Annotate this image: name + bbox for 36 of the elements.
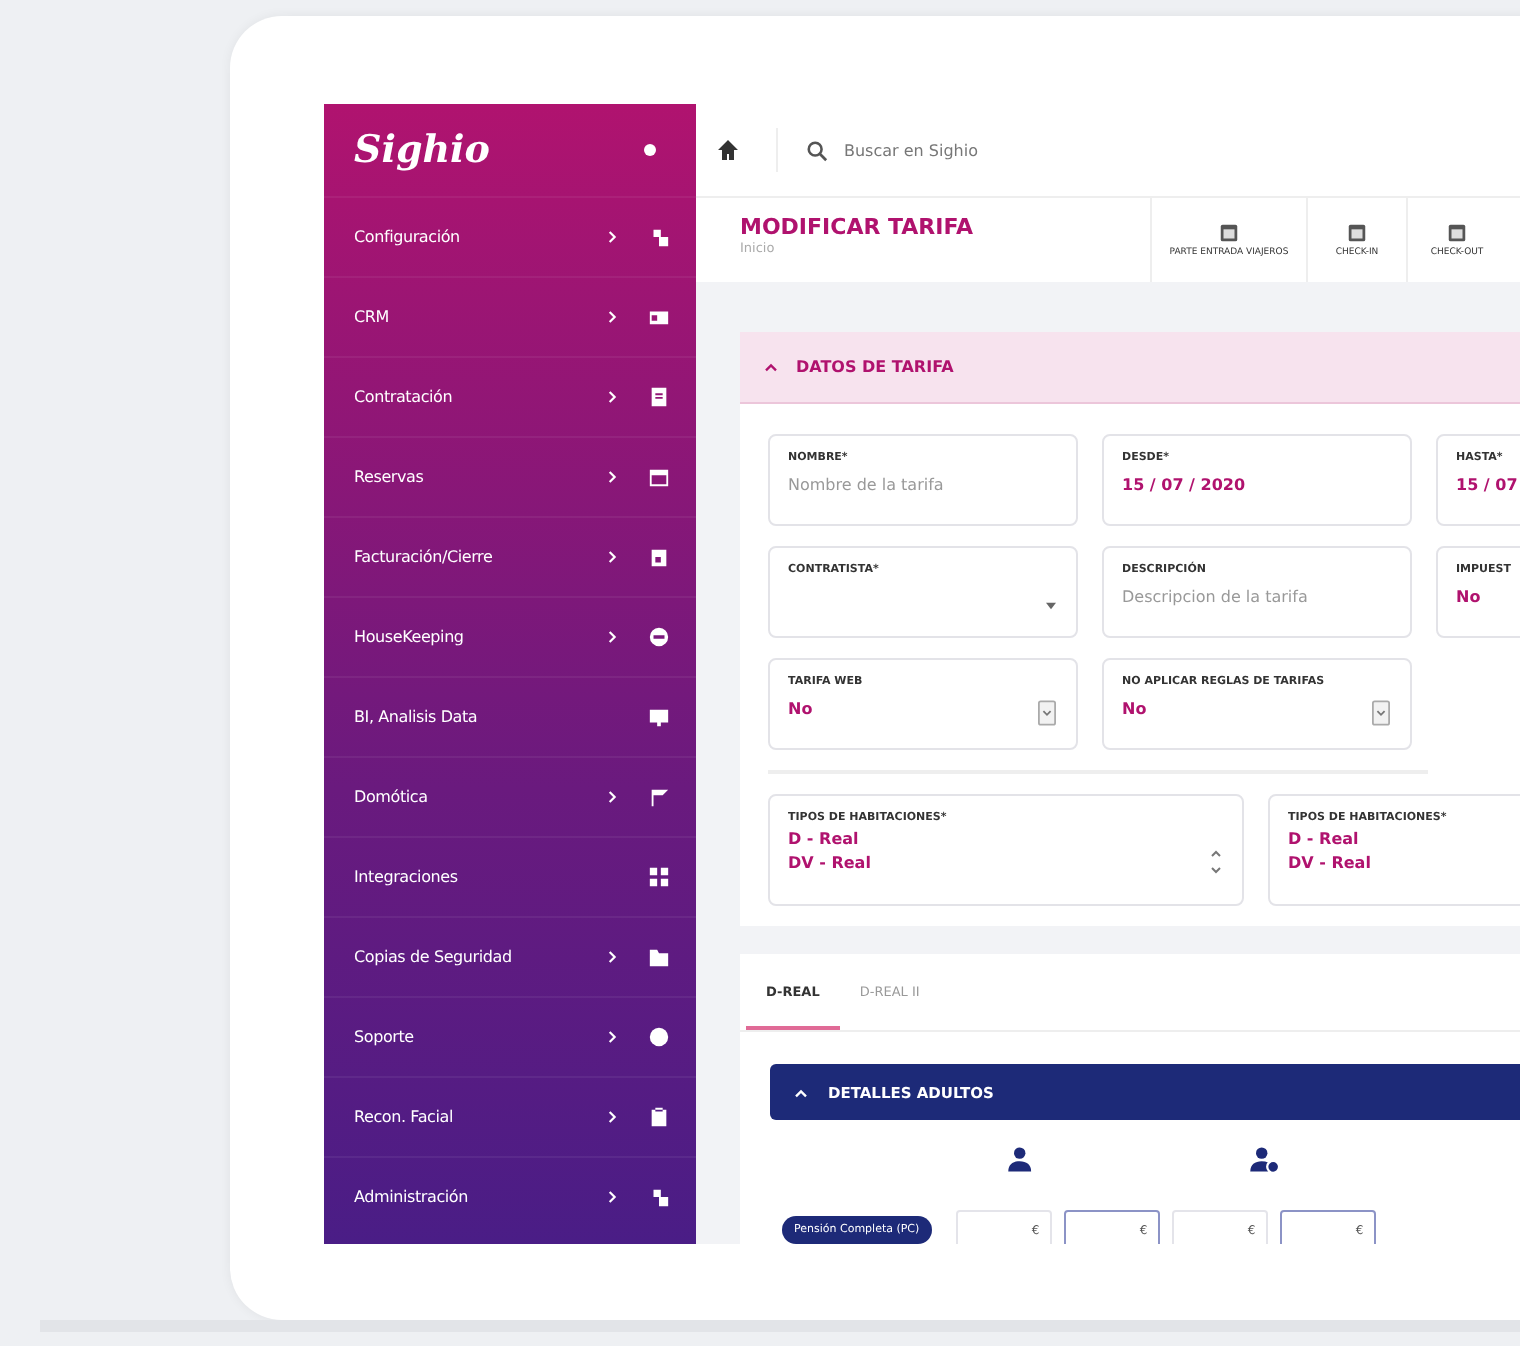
document-icon	[1446, 222, 1468, 244]
chevron-down-icon	[1038, 700, 1056, 726]
chevron-right-icon	[608, 950, 618, 964]
page-title: MODIFICAR TARIFA	[740, 214, 976, 240]
chevron-right-icon	[608, 790, 618, 804]
chevron-right-icon	[608, 550, 618, 564]
chevron-right-icon	[608, 1110, 618, 1124]
chevron-right-icon	[608, 310, 618, 324]
search-field[interactable]: Buscar en Sighio	[840, 139, 1188, 161]
chevron-down-icon	[1372, 700, 1390, 726]
document-icon	[1218, 222, 1240, 244]
chevron-right-icon	[608, 230, 618, 244]
section-header[interactable]: DATOS DE TARIFA	[740, 332, 1520, 404]
chevron-right-icon	[608, 630, 618, 644]
chevron-up-icon	[794, 1087, 808, 1097]
flag-icon	[648, 786, 670, 808]
logo: Sighio	[354, 128, 490, 172]
clipboard-icon	[648, 1106, 670, 1128]
person-info-icon	[1248, 1146, 1280, 1174]
monitor-icon	[648, 706, 670, 728]
home-icon[interactable]	[716, 138, 740, 162]
chevron-right-icon	[608, 390, 618, 404]
status-dot-icon	[644, 144, 656, 156]
card-icon	[648, 306, 670, 328]
chevron-right-icon	[608, 1190, 618, 1204]
chevron-up-icon	[764, 362, 778, 372]
folder-icon	[648, 946, 670, 968]
grid-icon	[648, 866, 670, 888]
document-icon	[648, 386, 670, 408]
caret-icon	[1046, 602, 1056, 610]
chevron-right-icon	[608, 470, 618, 484]
chevron-right-icon	[608, 1030, 618, 1044]
calendar-icon	[648, 466, 670, 488]
document-icon	[1346, 222, 1368, 244]
spinner-arrows-icon	[1210, 848, 1222, 876]
search-icon	[806, 139, 828, 161]
